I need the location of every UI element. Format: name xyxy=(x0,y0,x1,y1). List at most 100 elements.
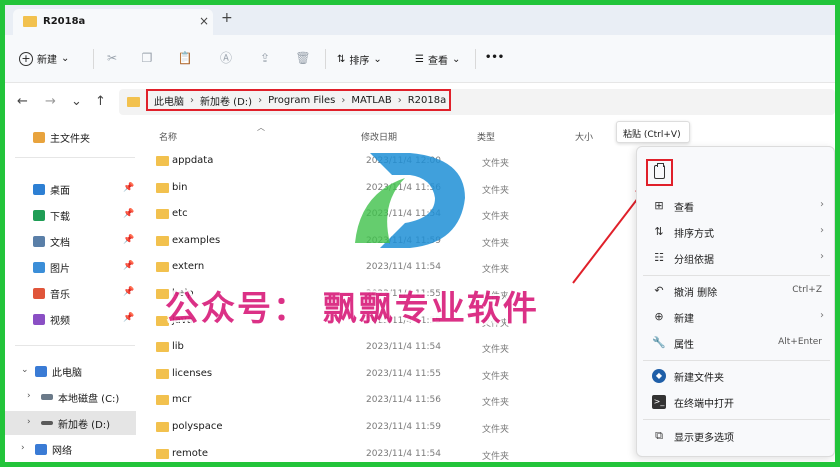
menu-item-open-terminal[interactable]: >_ 在终端中打开 xyxy=(637,390,835,414)
chevron-right-icon[interactable]: › xyxy=(27,417,31,427)
pin-icon[interactable]: 📌 xyxy=(123,261,134,271)
folder-icon xyxy=(156,235,169,246)
folder-icon xyxy=(156,395,169,406)
back-icon[interactable]: ← xyxy=(17,94,28,109)
pin-icon[interactable]: 📌 xyxy=(123,209,134,219)
chevron-right-icon[interactable]: › xyxy=(27,391,31,401)
file-row[interactable]: licenses 2023/11/4 11:55 文件夹 xyxy=(145,362,625,388)
sidebar-item-network[interactable]: › 网络 xyxy=(5,437,145,461)
file-row[interactable]: polyspace 2023/11/4 11:59 文件夹 xyxy=(145,415,625,441)
sidebar-item-label: 桌面 xyxy=(50,185,70,197)
close-tab-icon[interactable]: × xyxy=(199,14,209,28)
sidebar-item-label: 本地磁盘 (C:) xyxy=(58,393,120,405)
menu-item-new-folder[interactable]: ◆ 新建文件夹 xyxy=(637,364,835,388)
file-name: bin xyxy=(172,181,188,193)
file-name: lib xyxy=(172,341,184,353)
sidebar-item-home[interactable]: 主文件夹 xyxy=(5,125,145,149)
menu-item-undo-delete[interactable]: ↶ 撤消 删除 Ctrl+Z xyxy=(637,279,835,303)
sidebar-item-label: 主文件夹 xyxy=(50,133,90,145)
folder-icon xyxy=(156,262,169,273)
file-explorer-window: R2018a × + + 新建 ⌄ ✂ ❐ 📋 Ⓐ ⇪ 🗑 ⇅ 排序 ⌄ ☰ 查… xyxy=(5,5,835,462)
tab-r2018a[interactable]: R2018a × xyxy=(13,9,213,35)
documents-icon xyxy=(33,235,45,247)
folder-icon xyxy=(156,422,169,432)
chevron-down-icon[interactable]: ⌄ xyxy=(21,365,29,375)
pin-icon[interactable]: 📌 xyxy=(123,287,134,297)
menu-item-sort-by[interactable]: ⇅ 排序方式 › xyxy=(637,220,835,244)
breadcrumb-item[interactable]: 新加卷 (D:) xyxy=(200,93,252,108)
sidebar-item-this-pc[interactable]: ⌄ 此电脑 xyxy=(5,359,145,383)
menu-item-label: 新建 xyxy=(674,314,694,325)
undo-icon: ↶ xyxy=(654,284,664,297)
cut-icon[interactable]: ✂ xyxy=(104,50,120,66)
sidebar-item-label: 文档 xyxy=(50,237,70,249)
breadcrumb-separator[interactable]: › xyxy=(341,95,345,106)
sort-icon: ⇅ xyxy=(337,54,346,65)
file-row[interactable]: remote 2023/11/4 11:54 文件夹 xyxy=(145,442,625,462)
folder-icon xyxy=(156,182,169,193)
sidebar-item-downloads[interactable]: 下载 📌 xyxy=(5,203,145,227)
menu-item-group-by[interactable]: ☷ 分组依据 › xyxy=(637,246,835,270)
view-button[interactable]: ☰ 查看 ⌄ xyxy=(415,52,460,67)
breadcrumb-item[interactable]: R2018a xyxy=(408,95,447,106)
menu-item-label: 显示更多选项 xyxy=(674,433,734,444)
sidebar-item-label: 视频 xyxy=(50,315,70,327)
rename-icon[interactable]: Ⓐ xyxy=(218,50,234,66)
paste-icon[interactable]: 📋 xyxy=(177,50,193,66)
forward-icon[interactable]: → xyxy=(45,94,56,109)
menu-item-more-options[interactable]: ⧉ 显示更多选项 xyxy=(637,424,835,448)
view-label: 查看 xyxy=(427,56,448,67)
sort-button[interactable]: ⇅ 排序 ⌄ xyxy=(337,52,382,67)
file-type: 文件夹 xyxy=(482,185,510,196)
recent-chevron-icon[interactable]: ⌄ xyxy=(71,94,82,109)
sidebar-item-music[interactable]: 音乐 📌 xyxy=(5,281,145,305)
file-row[interactable]: lib 2023/11/4 11:54 文件夹 xyxy=(145,335,625,361)
folder-icon xyxy=(156,448,169,459)
new-button[interactable]: + 新建 ⌄ xyxy=(19,51,69,66)
pin-icon[interactable]: 📌 xyxy=(123,183,134,193)
menu-item-new[interactable]: ⊕ 新建 › xyxy=(637,305,835,329)
share-icon[interactable]: ⇪ xyxy=(257,50,273,66)
sidebar-item-documents[interactable]: 文档 📌 xyxy=(5,229,145,253)
tab-bar: R2018a × + xyxy=(5,5,835,35)
menu-item-label: 属性 xyxy=(674,340,694,351)
sidebar-item-drive-d[interactable]: › 新加卷 (D:) xyxy=(5,411,136,435)
sidebar-item-label: 音乐 xyxy=(50,289,70,301)
pin-icon[interactable]: 📌 xyxy=(123,235,134,245)
chevron-right-icon[interactable]: › xyxy=(21,443,25,453)
file-type: 文件夹 xyxy=(482,212,510,223)
new-tab-button[interactable]: + xyxy=(221,10,233,26)
context-menu: ⊞ 查看 › ⇅ 排序方式 › ☷ 分组依据 › ↶ 撤消 删除 Ctrl+Z … xyxy=(636,146,835,457)
menu-item-properties[interactable]: 🔧 属性 Alt+Enter xyxy=(637,331,835,355)
sidebar-item-pictures[interactable]: 图片 📌 xyxy=(5,255,145,279)
up-icon[interactable]: ↑ xyxy=(95,94,106,109)
column-header-size[interactable]: 大小 xyxy=(575,130,593,143)
delete-icon[interactable]: 🗑 xyxy=(295,50,311,66)
more-options-button[interactable]: ••• xyxy=(485,52,504,63)
menu-separator xyxy=(643,275,830,276)
breadcrumb-item[interactable]: Program Files xyxy=(268,95,335,106)
chevron-right-icon: › xyxy=(820,199,824,210)
grid-icon: ⊞ xyxy=(654,199,664,212)
breadcrumb-item[interactable]: 此电脑 xyxy=(154,93,184,108)
copy-icon[interactable]: ❐ xyxy=(139,50,155,66)
paste-button[interactable] xyxy=(646,159,673,186)
column-header-name[interactable]: 名称 xyxy=(159,130,177,143)
sidebar-item-videos[interactable]: 视频 📌 xyxy=(5,307,145,331)
breadcrumb-separator[interactable]: › xyxy=(190,95,194,106)
sidebar-item-desktop[interactable]: 桌面 📌 xyxy=(5,177,145,201)
breadcrumb-item[interactable]: MATLAB xyxy=(351,95,391,106)
menu-item-label: 查看 xyxy=(674,203,694,214)
address-bar[interactable]: 此电脑 › 新加卷 (D:) › Program Files › MATLAB … xyxy=(119,89,835,115)
breadcrumb-separator[interactable]: › xyxy=(398,95,402,106)
new-label: 新建 xyxy=(37,55,57,66)
menu-item-view[interactable]: ⊞ 查看 › xyxy=(637,194,835,218)
sidebar-item-drive-c[interactable]: › 本地磁盘 (C:) xyxy=(5,385,145,409)
file-row[interactable]: mcr 2023/11/4 11:56 文件夹 xyxy=(145,388,625,414)
file-type: 文件夹 xyxy=(482,425,510,435)
navigation-pane: 主文件夹 桌面 📌 下载 📌 文档 📌 图片 📌 音乐 📌 视频 📌 ⌄ 此电脑… xyxy=(5,121,145,462)
pin-icon[interactable]: 📌 xyxy=(123,313,134,323)
open-external-icon: ⧉ xyxy=(655,429,663,442)
breadcrumb-separator[interactable]: › xyxy=(258,95,262,106)
sidebar-item-label: 图片 xyxy=(50,263,70,275)
